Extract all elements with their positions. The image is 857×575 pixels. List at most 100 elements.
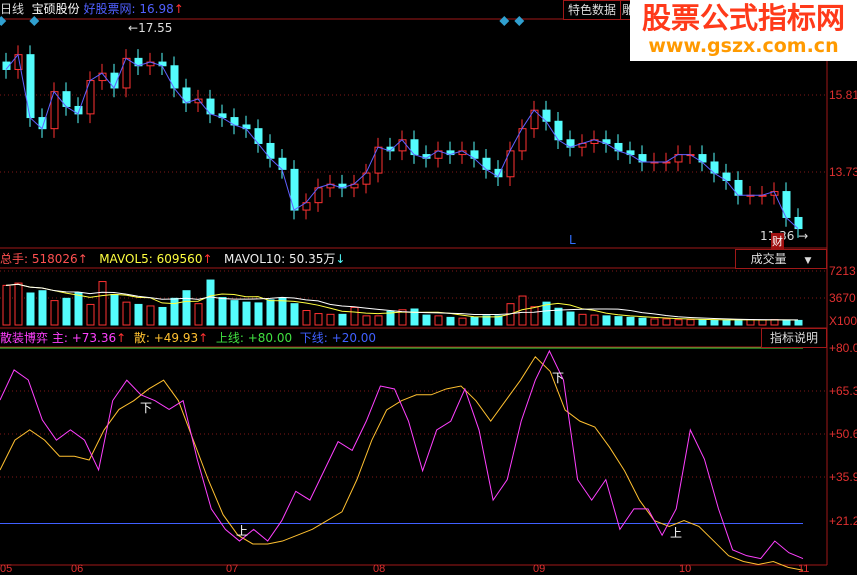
signal-label: 上 — [670, 526, 682, 540]
volume-bar — [782, 319, 791, 326]
watermark-url: www.gszx.com.cn — [648, 35, 839, 57]
date-label: 05 — [0, 563, 13, 575]
select-label: 成交量 — [750, 252, 787, 266]
date-label: 09 — [533, 563, 546, 575]
diamond-marker — [514, 16, 525, 26]
period-label: 日线 — [0, 2, 25, 16]
volume-bar — [650, 318, 659, 326]
watermark-title: 股票公式指标网 — [641, 1, 845, 35]
date-label: 10 — [679, 563, 692, 575]
volume-bar — [266, 299, 275, 326]
watermark-logo: 股票公式指标网 www.gszx.com.cn — [630, 0, 857, 61]
volume-bar — [62, 297, 71, 326]
indicator-explain-button[interactable]: 指标说明 — [761, 328, 827, 348]
price-axis-label: 13.73 — [829, 165, 857, 179]
volume-bar — [14, 282, 23, 326]
tab-feature-data[interactable]: 特色数据 — [563, 0, 621, 20]
volume-bar — [302, 310, 311, 326]
volume-bar — [98, 281, 107, 326]
volume-bar — [74, 292, 83, 326]
retail-value: 散: +49.93↑ — [133, 331, 209, 345]
price-axis-label: 15.81 — [829, 88, 857, 102]
marker-l: L — [569, 233, 576, 247]
volume-bar — [410, 308, 419, 326]
indicator-select[interactable]: 成交量 ▼ — [735, 249, 827, 269]
mavol5: MAVOL5: 609560↑ — [99, 252, 213, 266]
indicator-axis-label: +65.3 — [829, 384, 857, 398]
volume-bar — [662, 318, 671, 326]
volume-axis-label: 7213 — [829, 264, 856, 278]
main-line — [0, 349, 804, 560]
volume-bar — [182, 290, 191, 326]
volume-bar — [626, 316, 635, 326]
volume-bar — [602, 315, 611, 326]
indicator-axis-label: +50.6 — [829, 427, 857, 441]
volume-bar — [434, 315, 443, 326]
indicator-axis-label: +80.0 — [829, 341, 857, 355]
date-label: 07 — [226, 563, 239, 575]
volume-bar — [218, 297, 227, 326]
volume-bar — [50, 300, 59, 326]
volume-bar — [794, 319, 803, 326]
volume-bar — [206, 279, 215, 326]
volume-bar — [530, 306, 539, 326]
volume-bar — [230, 300, 239, 326]
volume-bar — [26, 292, 35, 326]
tab-label: 特色数据 — [567, 3, 616, 17]
diamond-marker — [499, 16, 510, 26]
volume-header: 总手: 518026↑ MAVOL5: 609560↑ MAVOL10: 50.… — [0, 250, 345, 268]
volume-bar — [134, 303, 143, 326]
button-label: 指标说明 — [769, 331, 818, 345]
volume-bar — [122, 301, 131, 326]
volume-bar — [674, 319, 683, 326]
stock-name: 宝硕股份 — [31, 2, 80, 16]
volume-bar — [770, 319, 779, 326]
volume-bar — [686, 319, 695, 326]
price-header: 日线 宝硕股份 好股票网: 16.98↑ — [0, 0, 184, 18]
volume-bar — [710, 319, 719, 326]
date-label: 08 — [373, 563, 386, 575]
volume-bar — [314, 313, 323, 326]
volume-bar — [746, 319, 755, 326]
volume-bar — [578, 313, 587, 326]
volume-bar — [290, 303, 299, 326]
volume-bar — [2, 284, 11, 326]
dropdown-arrow-icon: ▼ — [804, 256, 812, 266]
volume-bar — [278, 297, 287, 326]
upper-line-value: 上线: +80.00 — [215, 331, 293, 345]
signal-label: 上 — [236, 524, 248, 538]
volume-bar — [362, 315, 371, 326]
volume-bar — [86, 303, 95, 326]
volume-bar — [722, 319, 731, 326]
volume-bar — [350, 306, 359, 326]
volume-bar — [194, 303, 203, 326]
volume-bar — [242, 301, 251, 326]
indicator-name: 散装博弈 — [0, 331, 49, 345]
main-value: 主: +73.36↑ — [51, 331, 127, 345]
date-label: 11 — [798, 563, 810, 575]
indicator-axis-label: +21.2 — [829, 514, 857, 528]
volume-bar — [698, 319, 707, 326]
indicator-header: 散装博弈 主: +73.36↑ 散: +49.93↑ 上线: +80.00 下线… — [0, 329, 376, 347]
volume-bar — [590, 314, 599, 326]
volume-axis-label: 3670 — [829, 291, 856, 305]
finance-badge[interactable]: 财 — [771, 233, 784, 249]
volume-bar — [758, 319, 767, 326]
low-price-label: 11.36 → — [760, 229, 809, 243]
up-arrow-icon: ↑ — [173, 2, 184, 16]
volume-bar — [614, 316, 623, 326]
total-volume: 总手: 518026↑ — [0, 252, 88, 266]
volume-bar — [566, 311, 575, 326]
mavol10: MAVOL10: 50.35万↓ — [223, 252, 346, 266]
price-value: 16.98 — [139, 2, 174, 16]
volume-bar — [374, 315, 383, 326]
volume-bar — [326, 313, 335, 326]
volume-bar — [458, 317, 467, 326]
volume-bar — [446, 316, 455, 326]
volume-bar — [158, 306, 167, 326]
volume-bar — [638, 317, 647, 326]
volume-bar — [470, 316, 479, 326]
indicator-axis-label: +35.9 — [829, 470, 857, 484]
lower-line-value: 下线: +20.00 — [299, 331, 377, 345]
high-price-label: ←17.55 — [128, 21, 173, 35]
